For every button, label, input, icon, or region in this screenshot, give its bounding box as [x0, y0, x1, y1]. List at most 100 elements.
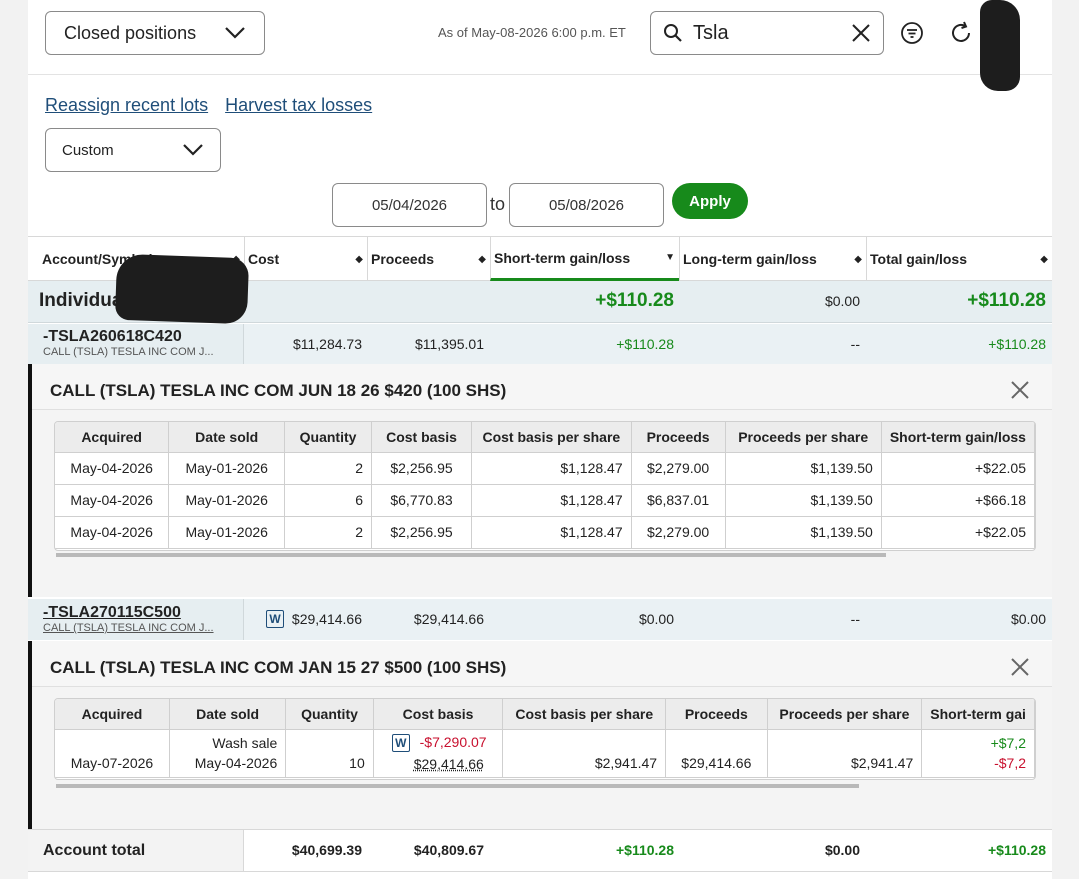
col-total-label: Total gain/loss — [870, 251, 967, 267]
lot-cost-basis[interactable]: $29,414.66 — [382, 756, 495, 772]
col-long-term-label: Long-term gain/loss — [683, 251, 817, 267]
account-long-term: $0.00 — [824, 293, 860, 309]
sort-icon: ◆ — [1040, 253, 1048, 265]
total-proceeds: $40,809.67 — [413, 842, 484, 858]
col-proceeds-label: Proceeds — [371, 251, 435, 267]
wash-adjustment-amount: -$7,290.07 — [419, 733, 487, 750]
lot-col-proceeds-per-share: Proceeds per share — [725, 422, 882, 453]
lot-proceeds: $6,837.01 — [631, 484, 726, 517]
lot-short-term-cell: +$7,2 -$7,2 — [921, 729, 1035, 778]
close-icon[interactable] — [1010, 657, 1030, 677]
position-row[interactable]: -TSLA260618C420 CALL (TSLA) TESLA INC CO… — [28, 324, 1052, 364]
lot-col-acquired: Acquired — [55, 699, 170, 730]
lot-col-date-sold: Date sold — [169, 699, 287, 730]
position-proceeds: $11,395.01 — [414, 336, 484, 352]
clear-icon[interactable] — [851, 23, 871, 43]
col-cost[interactable]: Cost ◆ — [244, 237, 367, 281]
col-short-term[interactable]: Short-term gain/loss ▼ — [490, 237, 679, 281]
lot-cost-basis: $6,770.83 — [371, 484, 473, 517]
period-select-label: Custom — [62, 141, 114, 159]
sort-desc-icon: ▼ — [665, 252, 675, 263]
chevron-down-icon — [225, 27, 245, 39]
search-icon — [664, 24, 682, 42]
end-date-input[interactable]: 05/08/2026 — [509, 183, 664, 227]
view-select-label: Closed positions — [64, 22, 197, 43]
col-total[interactable]: Total gain/loss ◆ — [866, 237, 1052, 281]
position-cost: $11,284.73 — [292, 336, 362, 352]
wash-sale-label: Wash sale — [212, 735, 278, 751]
period-select[interactable]: Custom — [45, 128, 221, 172]
wash-sale-badge[interactable]: W — [266, 610, 284, 628]
lot-date-sold: May-01-2026 — [168, 452, 286, 485]
lot-short-term: +$66.18 — [881, 484, 1035, 517]
filter-icon — [901, 22, 923, 44]
col-long-term[interactable]: Long-term gain/loss ◆ — [679, 237, 866, 281]
start-date-input[interactable]: 05/04/2026 — [332, 183, 487, 227]
position-symbol[interactable]: -TSLA260618C420 — [43, 328, 182, 346]
chevron-down-icon — [183, 144, 203, 156]
lot-proceeds: $2,279.00 — [631, 452, 726, 485]
lot-short-term-loss: -$7,2 — [994, 755, 1026, 771]
total-short-term: +$110.28 — [615, 842, 674, 858]
lot-acquired: May-04-2026 — [55, 516, 170, 549]
position-total: +$110.28 — [988, 336, 1046, 352]
total-long-term: $0.00 — [824, 842, 860, 858]
close-icon[interactable] — [1010, 380, 1030, 400]
redaction — [980, 0, 1020, 91]
lot-col-cost-per-share: Cost basis per share — [502, 699, 667, 730]
reassign-lots-link[interactable]: Reassign recent lots — [45, 95, 208, 115]
lot-detail-title: CALL (TSLA) TESLA INC COM JUN 18 26 $420… — [50, 381, 507, 400]
wash-adjustment: W -$7,290.07 — [382, 733, 495, 753]
harvest-tax-losses-link[interactable]: Harvest tax losses — [225, 95, 372, 115]
page: Closed positions As of May-08-2026 6:00 … — [28, 0, 1052, 879]
lot-proceeds-per-share: $1,139.50 — [725, 484, 882, 517]
lot-row: May-07-2026 Wash sale May-04-2026 10 W -… — [55, 729, 1035, 778]
lot-date-sold-cell: Wash sale May-04-2026 — [169, 729, 287, 778]
col-short-term-label: Short-term gain/loss — [494, 249, 631, 266]
wash-sale-badge[interactable]: W — [391, 734, 410, 753]
search-input[interactable]: Tsla — [650, 11, 884, 55]
position-proceeds: $29,414.66 — [413, 611, 484, 627]
lot-col-quantity: Quantity — [284, 422, 372, 453]
lot-detail-panel: CALL (TSLA) TESLA INC COM JUN 18 26 $420… — [28, 364, 1052, 597]
refresh-button[interactable] — [949, 21, 973, 45]
lot-cost-basis: $2,256.95 — [371, 452, 473, 485]
horizontal-scrollbar[interactable] — [56, 553, 886, 557]
sort-icon: ◆ — [854, 253, 862, 265]
lot-quantity: 6 — [284, 484, 372, 517]
lot-row: May-04-2026 May-01-2026 2 $2,256.95 $1,1… — [55, 516, 1035, 549]
position-symbol[interactable]: -TSLA270115C500 — [43, 604, 181, 622]
account-total-label-cell: Account total — [28, 830, 244, 871]
lot-col-cost-basis: Cost basis — [373, 699, 504, 730]
position-long-term: -- — [850, 336, 860, 352]
horizontal-scrollbar[interactable] — [56, 784, 859, 788]
position-symbol-cell: -TSLA270115C500 CALL (TSLA) TESLA INC CO… — [28, 599, 244, 640]
lot-proceeds-per-share: $2,941.47 — [767, 729, 923, 778]
filter-button[interactable] — [900, 21, 924, 45]
lot-cost-basis-cell: W -$7,290.07 $29,414.66 — [373, 729, 504, 778]
account-total-label: Account total — [43, 842, 146, 859]
lot-row: May-04-2026 May-01-2026 2 $2,256.95 $1,1… — [55, 452, 1035, 485]
position-total: $0.00 — [1010, 611, 1046, 627]
lot-cost-per-share: $1,128.47 — [471, 516, 632, 549]
col-cost-label: Cost — [248, 251, 280, 267]
lot-quantity: 2 — [284, 452, 372, 485]
position-description[interactable]: CALL (TSLA) TESLA INC COM J... — [43, 622, 214, 634]
lot-date-sold: May-01-2026 — [168, 516, 286, 549]
lot-col-proceeds: Proceeds — [665, 699, 768, 730]
view-select[interactable]: Closed positions — [45, 11, 265, 55]
lot-proceeds-per-share: $1,139.50 — [725, 516, 882, 549]
lot-col-cost-basis: Cost basis — [371, 422, 473, 453]
account-total: +$110.28 — [967, 290, 1046, 311]
lot-proceeds: $29,414.66 — [665, 729, 768, 778]
date-range-separator: to — [490, 194, 506, 214]
account-short-term: +$110.28 — [595, 290, 674, 311]
position-row[interactable]: -TSLA270115C500 CALL (TSLA) TESLA INC CO… — [28, 599, 1052, 640]
account-total-row: Account total $40,699.39 $40,809.67 +$11… — [28, 829, 1052, 872]
lot-cost-per-share: $1,128.47 — [471, 484, 632, 517]
lot-col-short-term: Short-term gain/loss — [881, 422, 1035, 453]
apply-button[interactable]: Apply — [672, 183, 748, 219]
lot-short-term: +$22.05 — [881, 516, 1035, 549]
total-cost: $40,699.39 — [291, 842, 362, 858]
col-proceeds[interactable]: Proceeds ◆ — [367, 237, 490, 281]
